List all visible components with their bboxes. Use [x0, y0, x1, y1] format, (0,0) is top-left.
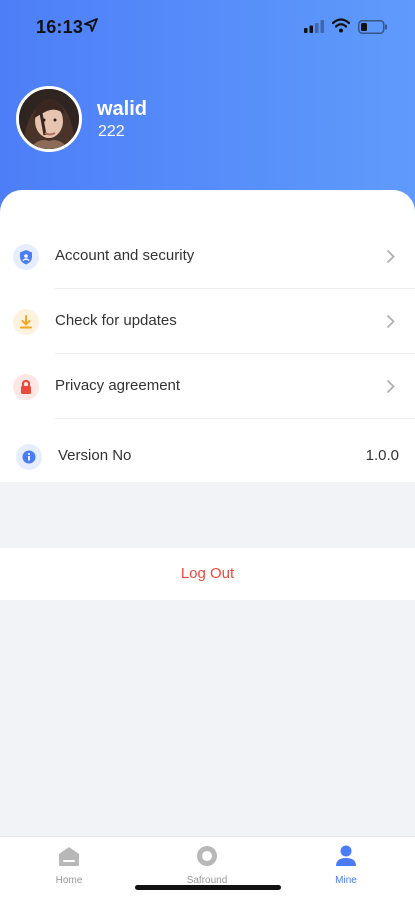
divider: [55, 353, 415, 354]
download-icon: [13, 309, 39, 335]
divider: [55, 418, 415, 419]
version-value: 1.0.0: [365, 447, 399, 464]
status-bar: 16:13: [0, 0, 415, 56]
cellular-signal-icon: [304, 20, 324, 33]
safround-icon: [197, 846, 217, 866]
tab-bar: Home Safround Mine: [0, 836, 415, 901]
menu-item-privacy-agreement[interactable]: Privacy agreement: [0, 355, 415, 419]
lock-icon: [13, 374, 39, 400]
chevron-right-icon: [386, 314, 395, 329]
person-icon: [336, 845, 356, 866]
wifi-icon: [332, 18, 350, 33]
home-indicator: [135, 885, 281, 890]
tab-label: Mine: [335, 875, 357, 886]
location-arrow-icon: [84, 18, 98, 32]
menu-item-label: Account and security: [55, 247, 195, 264]
avatar-photo: [19, 89, 79, 149]
chevron-right-icon: [386, 249, 395, 264]
menu-item-check-updates[interactable]: Check for updates: [0, 290, 415, 354]
settings-card: Account and security Check for updates P…: [0, 190, 415, 482]
divider: [55, 288, 415, 289]
user-id: 222: [98, 123, 125, 140]
menu-item-label: Check for updates: [55, 312, 177, 329]
status-time: 16:13: [36, 17, 84, 37]
avatar[interactable]: [16, 86, 82, 152]
version-label: Version No: [58, 447, 132, 464]
chevron-right-icon: [386, 379, 395, 394]
version-row: Version No 1.0.0: [0, 425, 415, 489]
logout-label: Log Out: [180, 565, 235, 582]
menu-item-account-security[interactable]: Account and security: [0, 225, 415, 289]
tab-mine[interactable]: Mine: [306, 845, 386, 886]
shield-icon: [13, 244, 39, 270]
menu-item-label: Privacy agreement: [55, 377, 181, 394]
tab-label: Home: [55, 875, 83, 886]
home-icon: [59, 847, 79, 866]
tab-safround[interactable]: Safround: [167, 845, 247, 886]
username: walid: [97, 98, 148, 120]
logout-button[interactable]: Log Out: [0, 548, 415, 600]
tab-home[interactable]: Home: [29, 845, 109, 886]
battery-icon: [358, 20, 387, 34]
info-icon: [16, 444, 42, 470]
